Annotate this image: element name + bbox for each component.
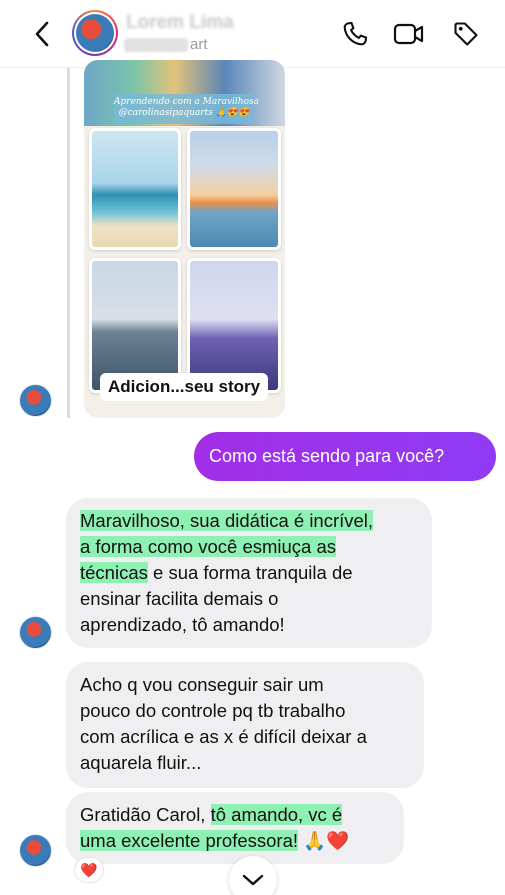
watercolor-card-sunset: [187, 128, 281, 250]
tag-icon[interactable]: [450, 18, 482, 50]
heart-reaction[interactable]: ❤️: [74, 857, 104, 883]
sender-avatar[interactable]: [19, 834, 52, 867]
contact-name[interactable]: Lorem Lima: [126, 12, 234, 34]
back-icon[interactable]: [24, 16, 60, 52]
received-message[interactable]: Acho q vou conseguir sair um pouco do co…: [66, 662, 424, 788]
chat-header: Lorem Lima art: [0, 0, 505, 68]
received-message[interactable]: Gratidão Carol, tô amando, vc é uma exce…: [66, 792, 404, 864]
sender-avatar[interactable]: [19, 384, 52, 417]
story-reply-line: [67, 68, 70, 418]
phone-call-icon[interactable]: [339, 18, 371, 50]
contact-avatar[interactable]: [72, 10, 118, 56]
received-message[interactable]: Maravilhoso, sua didática é incrível, a …: [66, 498, 432, 648]
sent-message[interactable]: Como está sendo para você?: [194, 432, 496, 481]
sender-avatar[interactable]: [19, 616, 52, 649]
watercolor-card-beach: [89, 128, 181, 250]
story-preview[interactable]: Aprendendo com a Maravilhosa @carolinasi…: [84, 60, 285, 418]
chevron-down-icon: [242, 874, 264, 886]
video-call-icon[interactable]: [393, 18, 425, 50]
contact-username: art: [124, 36, 208, 53]
story-caption: Aprendendo com a Maravilhosa @carolinasi…: [114, 94, 259, 124]
add-to-story-label[interactable]: Adicion...seu story: [100, 373, 269, 401]
